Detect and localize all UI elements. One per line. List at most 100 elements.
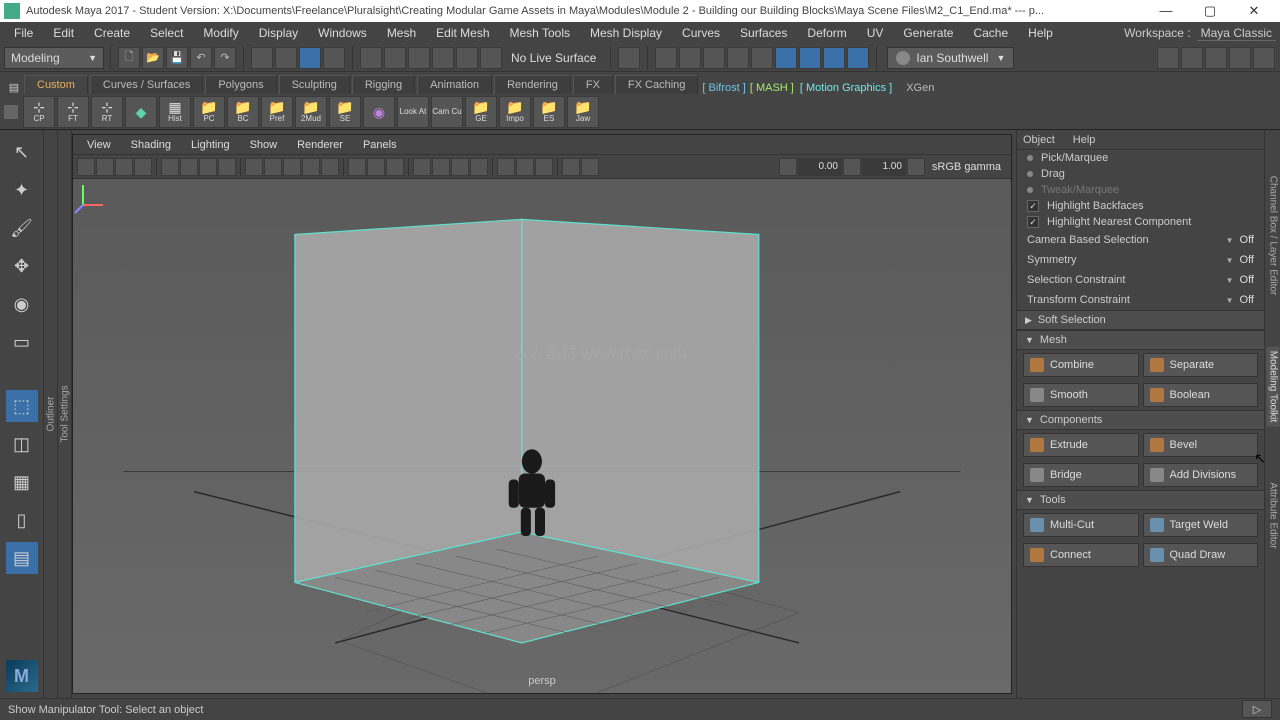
btn-multicut[interactable]: Multi-Cut <box>1023 513 1139 537</box>
chk-nearest[interactable]: ✓Highlight Nearest Component <box>1017 214 1264 230</box>
ipr-icon[interactable] <box>679 47 701 69</box>
shelf-btn-ft[interactable]: ⊹FT <box>57 96 89 128</box>
lasso-tool-icon[interactable]: ✦ <box>6 174 38 206</box>
account-selector[interactable]: Ian Southwell▼ <box>887 47 1014 69</box>
layout-single-icon[interactable]: ▦ <box>6 466 38 498</box>
vp-light-b-icon[interactable] <box>516 158 534 176</box>
menu-uv[interactable]: UV <box>857 26 894 40</box>
vp-shadows-icon[interactable] <box>321 158 339 176</box>
snap-plane-icon[interactable] <box>432 47 454 69</box>
hypershade-icon[interactable] <box>751 47 773 69</box>
lasso-icon[interactable] <box>275 47 297 69</box>
channel-box-icon[interactable] <box>1181 47 1203 69</box>
select-all-icon[interactable] <box>323 47 345 69</box>
vp-light-c-icon[interactable] <box>535 158 553 176</box>
vtab-modeling-toolkit[interactable]: Modeling Toolkit <box>1266 347 1279 427</box>
panel-layout-icon[interactable] <box>1157 47 1179 69</box>
vp-aa-icon[interactable] <box>451 158 469 176</box>
shelf-btn-se[interactable]: 📁SE <box>329 96 361 128</box>
snap-grid-icon[interactable] <box>360 47 382 69</box>
pick-marquee[interactable]: Pick/Marquee <box>1017 150 1264 166</box>
history-icon[interactable] <box>618 47 640 69</box>
vp-camera-icon[interactable] <box>77 158 95 176</box>
shelf-tab-sculpting[interactable]: Sculpting <box>279 75 350 94</box>
btn-quad-draw[interactable]: Quad Draw <box>1143 543 1259 567</box>
shelf-btn-es[interactable]: 📁ES <box>533 96 565 128</box>
vp-menu-shading[interactable]: Shading <box>121 139 181 151</box>
snap-live-icon[interactable] <box>456 47 478 69</box>
menu-deform[interactable]: Deform <box>797 26 856 40</box>
section-tools[interactable]: ▼Tools <box>1017 490 1264 510</box>
paint-tool-icon[interactable]: 🖌 <box>6 212 38 244</box>
axis-gizmo-icon[interactable] <box>73 179 109 215</box>
move-tool-icon[interactable]: ✥ <box>6 250 38 282</box>
vp-xray-icon[interactable] <box>367 158 385 176</box>
shelf-tab-bifrost[interactable]: [ Bifrost ] <box>700 82 747 94</box>
vp-film-gate-icon[interactable] <box>134 158 152 176</box>
shelf-btn-hist[interactable]: ▦Hist <box>159 96 191 128</box>
menu-surfaces[interactable]: Surfaces <box>730 26 797 40</box>
shelf-tab-rendering[interactable]: Rendering <box>494 75 571 94</box>
shelf-tab-fx[interactable]: FX <box>573 75 613 94</box>
toggle-b-icon[interactable] <box>823 47 845 69</box>
open-scene-icon[interactable]: 📂 <box>142 47 164 69</box>
shelf-tab-mash[interactable]: [ MASH ] <box>748 82 796 94</box>
layer-editor-icon[interactable] <box>1205 47 1227 69</box>
redo-icon[interactable]: ↷ <box>214 47 236 69</box>
shelf-tab-animation[interactable]: Animation <box>417 75 492 94</box>
shelf-tab-custom[interactable]: Custom <box>24 75 88 94</box>
shelf-btn-impo[interactable]: 📁Impo <box>499 96 531 128</box>
btn-extrude[interactable]: Extrude <box>1023 433 1139 457</box>
toggle-c-icon[interactable] <box>847 47 869 69</box>
playback-toggle-icon[interactable]: ▷ <box>1242 700 1272 718</box>
menu-mesh-display[interactable]: Mesh Display <box>580 26 672 40</box>
vp-exposure-value[interactable]: 0.00 <box>798 158 842 176</box>
show-manipulator-icon[interactable]: ⬚ <box>6 390 38 422</box>
vp-wireframe-icon[interactable] <box>245 158 263 176</box>
vp-joint-icon[interactable] <box>386 158 404 176</box>
pick-drag[interactable]: Drag <box>1017 166 1264 182</box>
shelf-btn-camcu[interactable]: Cam Cu <box>431 96 463 128</box>
menu-edit[interactable]: Edit <box>43 26 84 40</box>
btn-bridge[interactable]: Bridge <box>1023 463 1139 487</box>
attribute-editor-icon[interactable] <box>1229 47 1251 69</box>
vp-menu-renderer[interactable]: Renderer <box>287 139 353 151</box>
rotate-tool-icon[interactable]: ◉ <box>6 288 38 320</box>
menu-mesh-tools[interactable]: Mesh Tools <box>500 26 580 40</box>
vp-light-a-icon[interactable] <box>497 158 515 176</box>
rp-menu-object[interactable]: Object <box>1023 134 1055 146</box>
vp-motion-icon[interactable] <box>432 158 450 176</box>
save-scene-icon[interactable]: 💾 <box>166 47 188 69</box>
select-tool-icon[interactable]: ↖ <box>6 136 38 168</box>
menu-windows[interactable]: Windows <box>308 26 377 40</box>
btn-boolean[interactable]: Boolean <box>1143 383 1259 407</box>
shelf-tab-polygons[interactable]: Polygons <box>205 75 276 94</box>
tool-settings-tab[interactable]: Tool Settings <box>58 130 72 698</box>
menu-edit-mesh[interactable]: Edit Mesh <box>426 26 499 40</box>
render-frame-icon[interactable] <box>655 47 677 69</box>
vp-menu-view[interactable]: View <box>77 139 121 151</box>
vp-safe-icon[interactable] <box>218 158 236 176</box>
menu-set-selector[interactable]: Modeling▼ <box>4 47 104 69</box>
vp-menu-lighting[interactable]: Lighting <box>181 139 240 151</box>
shelf-btn-jaw[interactable]: 📁Jaw <box>567 96 599 128</box>
shelf-btn-ge[interactable]: 📁GE <box>465 96 497 128</box>
vp-grid-icon[interactable] <box>161 158 179 176</box>
shelf-tab-fxcaching[interactable]: FX Caching <box>615 75 698 94</box>
last-tool-icon[interactable]: ◫ <box>6 428 38 460</box>
btn-connect[interactable]: Connect <box>1023 543 1139 567</box>
btn-combine[interactable]: Combine <box>1023 353 1139 377</box>
vp-colorspace-icon[interactable] <box>907 158 925 176</box>
vp-textured-icon[interactable] <box>283 158 301 176</box>
btn-add-divisions[interactable]: Add Divisions <box>1143 463 1259 487</box>
vtab-attribute-editor[interactable]: Attribute Editor <box>1267 482 1278 548</box>
section-components[interactable]: ▼Components <box>1017 410 1264 430</box>
vp-gate-mask-icon[interactable] <box>199 158 217 176</box>
shelf-btn-pc[interactable]: 📁PC <box>193 96 225 128</box>
vp-ao-icon[interactable] <box>413 158 431 176</box>
undo-icon[interactable]: ↶ <box>190 47 212 69</box>
workspace-selector[interactable]: Maya Classic <box>1197 26 1276 41</box>
shelf-btn-lookat[interactable]: Look At <box>397 96 429 128</box>
vp-menu-panels[interactable]: Panels <box>353 139 407 151</box>
menu-file[interactable]: File <box>4 26 43 40</box>
